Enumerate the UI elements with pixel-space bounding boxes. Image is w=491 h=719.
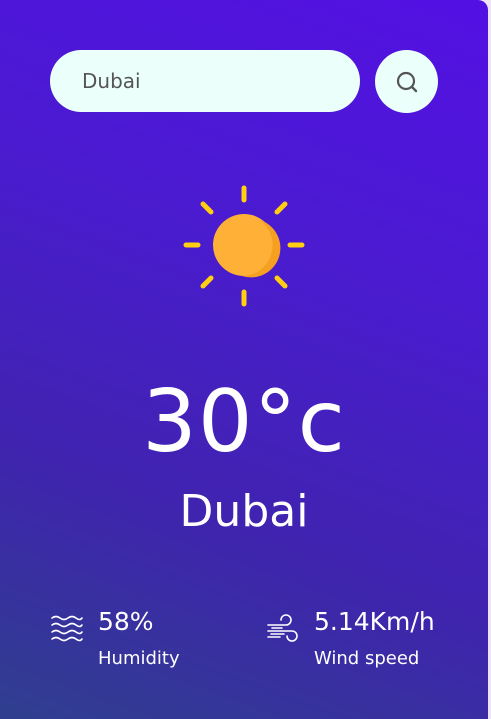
humidity-value: 58%: [98, 607, 154, 636]
search-icon: [396, 71, 417, 92]
sun-icon: [183, 185, 305, 307]
wind-icon: [267, 614, 298, 642]
weather-card: 30°c Dubai 58% Humidity 5.14Km/h Wind sp…: [0, 0, 488, 719]
temperature-value: 30°c: [142, 372, 346, 472]
city-name: Dubai: [179, 486, 309, 537]
wind-speed-value: 5.14Km/h: [314, 607, 435, 636]
city-search-input[interactable]: [50, 50, 360, 112]
humidity-label: Humidity: [98, 648, 180, 669]
search-button[interactable]: [375, 50, 438, 113]
humidity-waves-icon: [51, 615, 83, 642]
wind-speed-label: Wind speed: [314, 648, 420, 669]
